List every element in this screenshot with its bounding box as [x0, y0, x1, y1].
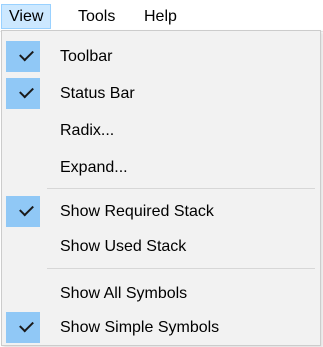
toolbar-check-highlight: [6, 41, 40, 72]
menu-item-label: Status Bar: [60, 85, 135, 102]
menu-help[interactable]: Help: [137, 4, 184, 29]
menu-item-label: Show Used Stack: [60, 238, 187, 255]
menu-item-show-all-symbols[interactable]: Show All Symbols: [3, 277, 319, 310]
menu-separator: [47, 268, 315, 269]
checkmark-icon: [19, 83, 34, 99]
menu-item-label: Radix...: [60, 122, 115, 139]
menu-bar: View Tools Help: [0, 0, 323, 32]
menu-item-show-used-stack[interactable]: Show Used Stack: [3, 230, 319, 263]
menu-item-toolbar[interactable]: Toolbar: [3, 40, 319, 73]
menu-item-expand[interactable]: Expand...: [3, 151, 319, 184]
menu-item-show-required-stack[interactable]: Show Required Stack: [3, 195, 319, 228]
view-menu-dropdown: Toolbar Status Bar Radix... Expand... Sh…: [1, 30, 321, 346]
checkmark-icon: [19, 317, 34, 333]
menu-item-show-simple-symbols[interactable]: Show Simple Symbols: [3, 311, 319, 344]
menu-item-status-bar[interactable]: Status Bar: [3, 77, 319, 110]
menu-tools[interactable]: Tools: [71, 4, 122, 29]
menu-item-label: Expand...: [60, 159, 128, 176]
checkmark-icon: [19, 201, 34, 217]
menu-item-label: Toolbar: [60, 48, 113, 65]
status-bar-check-highlight: [6, 78, 40, 109]
simple-symbols-check-highlight: [6, 312, 40, 343]
menu-item-label: Show All Symbols: [60, 285, 188, 302]
menu-view[interactable]: View: [1, 4, 52, 29]
menu-item-radix[interactable]: Radix...: [3, 114, 319, 147]
checkmark-icon: [19, 46, 34, 62]
required-stack-check-highlight: [6, 196, 40, 227]
menu-item-label: Show Simple Symbols: [60, 319, 220, 336]
menu-separator: [47, 188, 315, 189]
menu-item-label: Show Required Stack: [60, 203, 214, 220]
